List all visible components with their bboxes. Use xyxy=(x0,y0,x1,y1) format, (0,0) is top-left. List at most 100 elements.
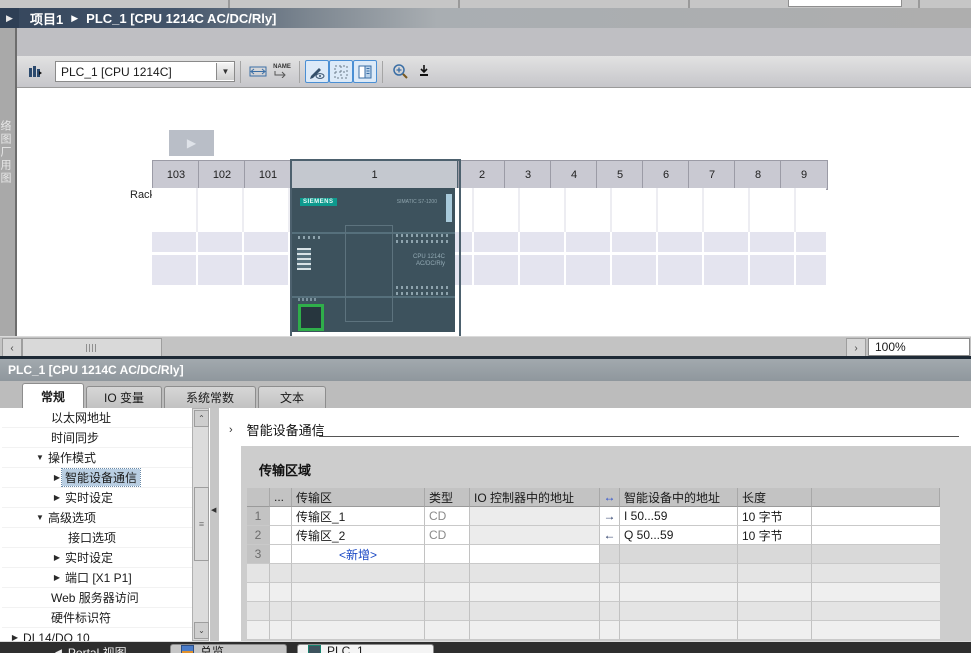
direction-cell[interactable]: ← xyxy=(600,526,620,545)
transfer-areas-panel: 传输区域 ... 传输区 类型 IO 控制器中的地址 ↔ 智能设备中的地址 长度 xyxy=(241,446,971,641)
col-header-io-controller-address: IO 控制器中的地址 xyxy=(470,488,600,507)
direction-cell[interactable]: → xyxy=(600,507,620,526)
row-options-cell[interactable] xyxy=(270,545,292,564)
show-addresses-icon[interactable] xyxy=(305,60,329,83)
left-strip-vertical-label: 络图厂用图 xyxy=(0,120,13,185)
slot-header-103[interactable]: 103 xyxy=(152,160,200,190)
tree-item-hardware-identifier[interactable]: 硬件标识符 xyxy=(2,608,192,628)
taskbar-tab-plc1[interactable]: PLC_1 xyxy=(297,644,434,653)
expander-icon[interactable]: ▶ xyxy=(52,493,62,502)
section-chevron-icon[interactable]: › xyxy=(229,424,233,436)
transfer-area-cell[interactable]: 传输区_1 xyxy=(292,507,425,526)
siemens-logo: SIEMENS xyxy=(300,198,337,206)
slot-header-101[interactable]: 101 xyxy=(244,160,292,190)
scroll-right-button[interactable]: › xyxy=(846,338,866,358)
type-cell[interactable]: CD xyxy=(425,507,470,526)
type-cell[interactable]: CD xyxy=(425,526,470,545)
table-header-row: ... 传输区 类型 IO 控制器中的地址 ↔ 智能设备中的地址 长度 xyxy=(247,488,940,507)
tree-scroll-down-button[interactable]: ⌄ xyxy=(194,622,209,639)
idevice-address-cell[interactable]: I 50...59 xyxy=(620,507,738,526)
tree-item-idevice-communication[interactable]: ▶智能设备通信 xyxy=(2,468,192,488)
expander-icon[interactable]: ▼ xyxy=(35,453,45,462)
tab-texts[interactable]: 文本 xyxy=(258,386,326,408)
slot-header-5[interactable]: 5 xyxy=(596,160,644,190)
tree-item-operating-mode[interactable]: ▼操作模式 xyxy=(2,448,192,468)
slot-header-6[interactable]: 6 xyxy=(642,160,690,190)
tree-item-port-x1p1[interactable]: ▶端口 [X1 P1] xyxy=(2,568,192,588)
status-led-block xyxy=(297,248,311,270)
length-cell[interactable]: 10 字节 xyxy=(738,507,812,526)
tree-content-splitter[interactable]: ◀ xyxy=(210,408,219,641)
empty-table-row xyxy=(247,621,940,640)
tree-scrollbar[interactable]: ⌃ ≡ ⌄ xyxy=(192,408,209,641)
tree-item-web-server-access[interactable]: Web 服务器访问 xyxy=(2,588,192,608)
expander-icon[interactable]: ▶ xyxy=(52,573,62,582)
rack-stripe xyxy=(152,232,826,252)
rename-io-icon[interactable]: NAME xyxy=(270,60,294,83)
slot-header-2[interactable]: 2 xyxy=(458,160,506,190)
hscroll-thumb[interactable] xyxy=(22,338,162,358)
tree-item-advanced-options[interactable]: ▼高级选项 xyxy=(2,508,192,528)
table-row: 1 传输区_1 CD → I 50...59 10 字节 xyxy=(247,507,940,526)
save-layout-icon[interactable] xyxy=(412,60,436,83)
grid-snap-icon[interactable] xyxy=(329,60,353,83)
project-tree-collapse-button[interactable]: ▶ xyxy=(0,8,19,28)
tree-item-time-sync[interactable]: 时间同步 xyxy=(2,428,192,448)
idevice-address-cell[interactable]: Q 50...59 xyxy=(620,526,738,545)
slot-header-3[interactable]: 3 xyxy=(504,160,552,190)
dropdown-arrow-icon[interactable]: ▼ xyxy=(216,63,234,80)
expander-icon[interactable]: ▶ xyxy=(52,473,62,482)
empty-table-row xyxy=(247,583,940,602)
cpu-type-label: CPU 1214C AC/DC/Rly xyxy=(413,254,445,268)
tia-portal-window: ▶ 项目1 ▶ PLC_1 [CPU 1214C AC/DC/Rly] 络图厂用… xyxy=(0,0,971,653)
expander-icon[interactable]: ▶ xyxy=(10,633,20,641)
rename-icon-label: NAME xyxy=(273,65,291,70)
tab-system-constants[interactable]: 系统常数 xyxy=(164,386,256,408)
slot-header-7[interactable]: 7 xyxy=(688,160,736,190)
zoom-in-icon[interactable] xyxy=(388,60,412,83)
device-select-dropdown[interactable]: PLC_1 [CPU 1214C] ▼ xyxy=(55,61,235,82)
slot-header-8[interactable]: 8 xyxy=(734,160,782,190)
breadcrumb-project[interactable]: 项目1 xyxy=(30,9,63,28)
rack-expand-button[interactable]: ▶ xyxy=(169,130,214,156)
tree-item-realtime-settings[interactable]: ▶实时设定 xyxy=(2,488,192,508)
tree-item-ethernet-address[interactable]: 以太网地址 xyxy=(2,408,192,428)
zoom-level-input[interactable]: 100% xyxy=(868,338,970,356)
idevice-communication-section: › 智能设备通信 传输区域 ... 传输区 类型 IO 控制器中的地址 ↔ 智能… xyxy=(219,408,971,641)
breadcrumb-separator-icon: ▶ xyxy=(71,13,78,24)
ethernet-port[interactable] xyxy=(298,304,324,331)
add-new-transfer-area[interactable]: <新增> xyxy=(292,545,425,564)
tree-item-realtime-settings-2[interactable]: ▶实时设定 xyxy=(2,548,192,568)
tab-general[interactable]: 常规 xyxy=(22,383,84,408)
cpu-module[interactable]: SIEMENS SIMATIC S7-1200 CPU 1214C AC/DC/… xyxy=(292,188,455,332)
tree-item-interface-options[interactable]: 接口选项 xyxy=(2,528,192,548)
tree-scroll-up-button[interactable]: ⌃ xyxy=(194,410,209,427)
io-controller-address-cell[interactable] xyxy=(470,507,600,526)
split-columns-icon[interactable] xyxy=(353,60,377,83)
cropped-toolbar-fragment xyxy=(788,0,902,7)
slot-header-102[interactable]: 102 xyxy=(198,160,246,190)
tab-io-tags[interactable]: IO 变量 xyxy=(86,386,162,408)
tree-item-di14-dq10[interactable]: ▶DI 14/DQ 10 xyxy=(2,628,192,641)
portal-view-button[interactable]: ◀ Portal 视图 xyxy=(55,644,127,653)
transfer-area-cell[interactable]: 传输区_2 xyxy=(292,526,425,545)
measure-width-icon[interactable] xyxy=(246,60,270,83)
scroll-left-button[interactable]: ‹ xyxy=(2,338,22,358)
expander-icon[interactable]: ▼ xyxy=(35,513,45,522)
row-options-cell[interactable] xyxy=(270,507,292,526)
terminal-dots xyxy=(396,240,448,243)
row-options-cell[interactable] xyxy=(270,526,292,545)
slot-header-4[interactable]: 4 xyxy=(550,160,598,190)
left-edge-panel[interactable]: 络图厂用图 xyxy=(0,28,17,336)
slot-header-9[interactable]: 9 xyxy=(780,160,828,190)
col-header-dots: ... xyxy=(270,488,292,507)
tree-scroll-thumb[interactable]: ≡ xyxy=(194,487,209,561)
taskbar-tab-overview[interactable]: 总览 xyxy=(170,644,287,653)
device-station-icon[interactable] xyxy=(23,60,47,83)
length-cell[interactable]: 10 字节 xyxy=(738,526,812,545)
empty-table-row xyxy=(247,564,940,583)
breadcrumb-device[interactable]: PLC_1 [CPU 1214C AC/DC/Rly] xyxy=(86,11,276,26)
io-controller-address-cell[interactable] xyxy=(470,526,600,545)
expander-icon[interactable]: ▶ xyxy=(52,553,62,562)
splitter-collapse-icon[interactable]: ◀ xyxy=(211,506,216,514)
